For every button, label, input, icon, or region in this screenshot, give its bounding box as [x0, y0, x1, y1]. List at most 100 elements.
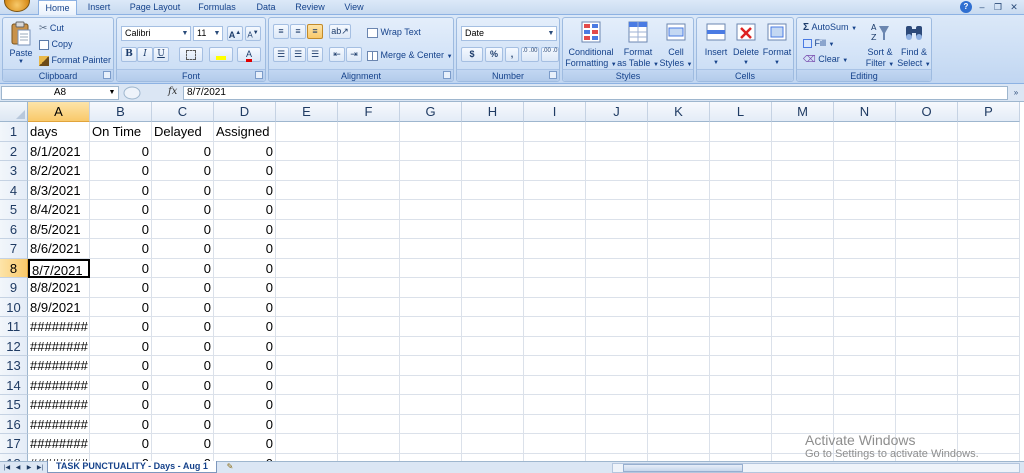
cell-h16[interactable]	[462, 414, 524, 434]
cell-d10[interactable]: 0	[214, 297, 276, 317]
cell-o11[interactable]	[896, 317, 958, 337]
cell-m7[interactable]	[772, 239, 834, 259]
merge-center-button[interactable]: Merge & Center ▼	[367, 50, 453, 63]
font-color-button[interactable]: A	[237, 47, 261, 62]
cell-e10[interactable]	[276, 297, 338, 317]
cell-l13[interactable]	[710, 356, 772, 376]
row-header-10[interactable]: 10	[0, 297, 28, 317]
decrease-decimal-button[interactable]: .00 .0	[541, 47, 559, 62]
cell-j13[interactable]	[586, 356, 648, 376]
cell-n12[interactable]	[834, 336, 896, 356]
cell-g17[interactable]	[400, 434, 462, 454]
cell-e1[interactable]	[276, 122, 338, 142]
column-header-i[interactable]: I	[524, 102, 586, 122]
cell-g5[interactable]	[400, 200, 462, 220]
cell-c18[interactable]: 0	[152, 453, 214, 461]
cell-b9[interactable]: 0	[90, 278, 152, 298]
prev-sheet-icon[interactable]: ◀	[13, 463, 23, 473]
cell-l16[interactable]	[710, 414, 772, 434]
column-header-f[interactable]: F	[338, 102, 400, 122]
cell-m9[interactable]	[772, 278, 834, 298]
cell-i9[interactable]	[524, 278, 586, 298]
row-header-6[interactable]: 6	[0, 219, 28, 239]
cell-c17[interactable]: 0	[152, 434, 214, 454]
cell-k3[interactable]	[648, 161, 710, 181]
cell-f14[interactable]	[338, 375, 400, 395]
cell-e18[interactable]	[276, 453, 338, 461]
cell-n9[interactable]	[834, 278, 896, 298]
cell-l8[interactable]	[710, 258, 772, 278]
cell-i8[interactable]	[524, 258, 586, 278]
cell-o1[interactable]	[896, 122, 958, 142]
column-header-k[interactable]: K	[648, 102, 710, 122]
cell-e12[interactable]	[276, 336, 338, 356]
cell-k7[interactable]	[648, 239, 710, 259]
cell-g15[interactable]	[400, 395, 462, 415]
cell-j4[interactable]	[586, 180, 648, 200]
cell-e4[interactable]	[276, 180, 338, 200]
cell-i15[interactable]	[524, 395, 586, 415]
column-header-e[interactable]: E	[276, 102, 338, 122]
cell-h14[interactable]	[462, 375, 524, 395]
cell-g6[interactable]	[400, 219, 462, 239]
cell-a10[interactable]: 8/9/2021	[28, 297, 90, 317]
cell-k12[interactable]	[648, 336, 710, 356]
increase-indent-button[interactable]: ⇥	[346, 47, 362, 62]
cell-a15[interactable]: ########	[28, 395, 90, 415]
percent-button[interactable]: %	[485, 47, 503, 62]
cell-f8[interactable]	[338, 258, 400, 278]
cell-l15[interactable]	[710, 395, 772, 415]
cell-f15[interactable]	[338, 395, 400, 415]
cell-i16[interactable]	[524, 414, 586, 434]
cell-b6[interactable]: 0	[90, 219, 152, 239]
cell-i6[interactable]	[524, 219, 586, 239]
align-top-button[interactable]: ≡	[273, 24, 289, 39]
row-header-9[interactable]: 9	[0, 278, 28, 298]
cell-d3[interactable]: 0	[214, 161, 276, 181]
cell-g10[interactable]	[400, 297, 462, 317]
cell-p5[interactable]	[958, 200, 1020, 220]
font-dialog-launcher[interactable]	[255, 71, 263, 79]
row-header-2[interactable]: 2	[0, 141, 28, 161]
format-as-table-button[interactable]: Format as Table ▼	[617, 20, 659, 71]
cell-p1[interactable]	[958, 122, 1020, 142]
expand-formula-bar-icon[interactable]: »	[1010, 87, 1022, 99]
cell-a2[interactable]: 8/1/2021	[28, 141, 90, 161]
cell-p10[interactable]	[958, 297, 1020, 317]
cell-j17[interactable]	[586, 434, 648, 454]
cell-d11[interactable]: 0	[214, 317, 276, 337]
cell-i10[interactable]	[524, 297, 586, 317]
cell-g2[interactable]	[400, 141, 462, 161]
cell-l11[interactable]	[710, 317, 772, 337]
cell-o9[interactable]	[896, 278, 958, 298]
cell-p2[interactable]	[958, 141, 1020, 161]
borders-button[interactable]	[179, 47, 203, 62]
cell-k6[interactable]	[648, 219, 710, 239]
cell-g9[interactable]	[400, 278, 462, 298]
cell-p11[interactable]	[958, 317, 1020, 337]
column-header-m[interactable]: M	[772, 102, 834, 122]
cell-k5[interactable]	[648, 200, 710, 220]
cell-l5[interactable]	[710, 200, 772, 220]
cell-i1[interactable]	[524, 122, 586, 142]
cell-e9[interactable]	[276, 278, 338, 298]
cell-h18[interactable]	[462, 453, 524, 461]
cell-p14[interactable]	[958, 375, 1020, 395]
cell-a7[interactable]: 8/6/2021	[28, 239, 90, 259]
insert-function-button[interactable]: fx	[168, 86, 177, 97]
cell-o6[interactable]	[896, 219, 958, 239]
cell-p13[interactable]	[958, 356, 1020, 376]
cell-i11[interactable]	[524, 317, 586, 337]
cell-e16[interactable]	[276, 414, 338, 434]
row-header-4[interactable]: 4	[0, 180, 28, 200]
cell-k17[interactable]	[648, 434, 710, 454]
cell-n4[interactable]	[834, 180, 896, 200]
cell-f1[interactable]	[338, 122, 400, 142]
horizontal-scrollbar[interactable]	[612, 463, 1020, 473]
cell-e17[interactable]	[276, 434, 338, 454]
delete-cells-button[interactable]: Delete ▼	[731, 20, 761, 69]
cell-d7[interactable]: 0	[214, 239, 276, 259]
cell-d13[interactable]: 0	[214, 356, 276, 376]
align-bottom-button[interactable]: ≡	[307, 24, 323, 39]
cell-l10[interactable]	[710, 297, 772, 317]
